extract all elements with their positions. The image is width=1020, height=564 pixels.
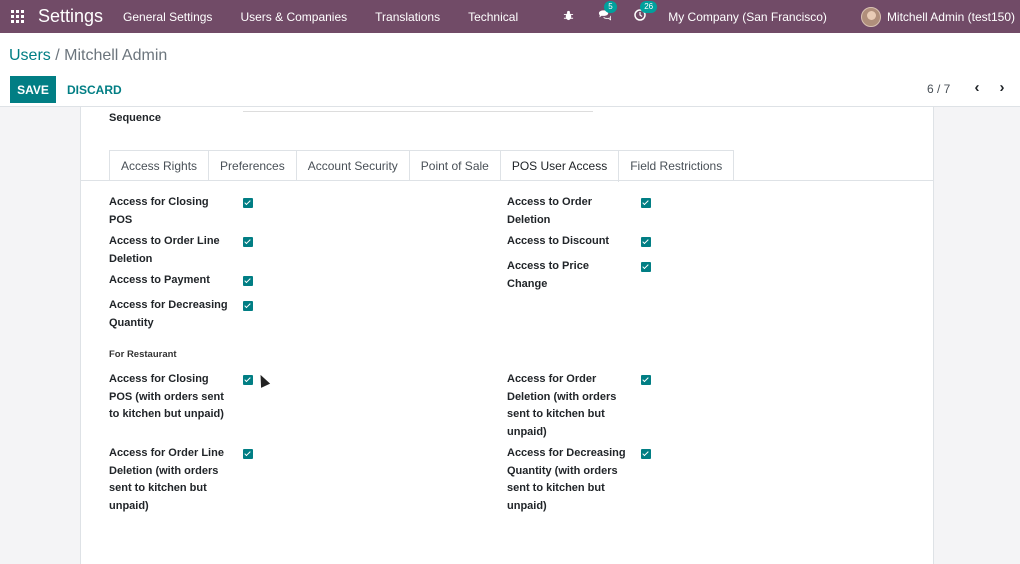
pager-previous-icon[interactable]: ‹ xyxy=(967,78,987,98)
field-label-price-change: Access to Price Change xyxy=(507,260,589,290)
activity-badge: 26 xyxy=(640,1,658,13)
notebook-tabs: Access Rights Preferences Account Securi… xyxy=(109,150,735,182)
pager-value[interactable]: 6 / 7 xyxy=(927,82,950,96)
restaurant-section-title: For Restaurant xyxy=(109,349,177,360)
tab-point-of-sale[interactable]: Point of Sale xyxy=(409,150,501,181)
field-label-decreasing-quantity: Access for Decreasing Quantity xyxy=(109,299,228,329)
breadcrumb: Users / Mitchell Admin xyxy=(9,47,167,65)
bug-icon[interactable] xyxy=(560,10,576,24)
checkbox-discount[interactable] xyxy=(641,237,651,247)
apps-menu-icon[interactable] xyxy=(0,0,34,33)
checkbox-restaurant-order-deletion[interactable] xyxy=(641,375,651,385)
field-label-restaurant-closing-pos: Access for Closing POS (with orders sent… xyxy=(109,373,224,420)
control-panel: Users / Mitchell Admin SAVE DISCARD 6 / … xyxy=(0,33,1020,107)
field-label-order-deletion: Access to Order Deletion xyxy=(507,196,592,226)
breadcrumb-users-link[interactable]: Users xyxy=(9,47,51,64)
checkbox-order-deletion[interactable] xyxy=(641,198,651,208)
tab-pos-user-access[interactable]: POS User Access xyxy=(500,150,620,182)
checkbox-restaurant-closing-pos[interactable] xyxy=(243,375,253,385)
field-label-discount: Access to Discount xyxy=(507,235,610,247)
menu-general-settings[interactable]: General Settings xyxy=(123,10,212,24)
pager-next-icon[interactable]: › xyxy=(992,78,1012,98)
tab-access-rights[interactable]: Access Rights xyxy=(109,150,210,181)
discard-button[interactable]: DISCARD xyxy=(62,76,127,103)
tab-preferences[interactable]: Preferences xyxy=(209,150,297,181)
sequence-field[interactable] xyxy=(243,111,593,112)
checkbox-restaurant-decreasing-quantity[interactable] xyxy=(641,449,651,459)
tab-account-security[interactable]: Account Security xyxy=(296,150,410,181)
checkbox-payment[interactable] xyxy=(243,276,253,286)
top-navbar: Settings General Settings Users & Compan… xyxy=(0,0,1020,33)
sequence-label: Sequence xyxy=(109,112,161,124)
field-label-payment: Access to Payment xyxy=(109,274,210,286)
form-sheet: Sequence Access Rights Preferences Accou… xyxy=(80,107,934,564)
checkbox-restaurant-order-line-deletion[interactable] xyxy=(243,449,253,459)
field-label-restaurant-decreasing-quantity: Access for Decreasing Quantity (with ord… xyxy=(507,447,626,512)
field-label-restaurant-order-deletion: Access for Order Deletion (with orders s… xyxy=(507,373,617,438)
user-menu[interactable]: Mitchell Admin (test150) xyxy=(887,10,1015,24)
activity-clock-icon[interactable]: 26 xyxy=(632,1,658,24)
tabs-divider xyxy=(81,180,933,181)
field-label-closing-pos: Access for Closing POS xyxy=(109,196,209,226)
breadcrumb-separator: / xyxy=(50,47,65,64)
checkbox-decreasing-quantity[interactable] xyxy=(243,301,253,311)
field-label-restaurant-order-line-deletion: Access for Order Line Deletion (with ord… xyxy=(109,447,224,512)
menu-users-companies[interactable]: Users & Companies xyxy=(240,10,347,24)
user-avatar[interactable] xyxy=(860,6,881,27)
field-label-order-line-deletion: Access to Order Line Deletion xyxy=(109,235,220,265)
checkbox-closing-pos[interactable] xyxy=(243,198,253,208)
chat-badge: 5 xyxy=(604,1,617,13)
checkbox-price-change[interactable] xyxy=(641,262,651,272)
tab-field-restrictions[interactable]: Field Restrictions xyxy=(619,150,735,181)
company-switcher[interactable]: My Company (San Francisco) xyxy=(668,10,827,24)
menu-technical[interactable]: Technical xyxy=(468,10,518,24)
checkbox-order-line-deletion[interactable] xyxy=(243,237,253,247)
breadcrumb-current: Mitchell Admin xyxy=(64,47,168,64)
app-title[interactable]: Settings xyxy=(38,6,103,27)
chat-icon[interactable]: 5 xyxy=(596,1,617,24)
save-button[interactable]: SAVE xyxy=(10,76,56,103)
menu-translations[interactable]: Translations xyxy=(375,10,440,24)
